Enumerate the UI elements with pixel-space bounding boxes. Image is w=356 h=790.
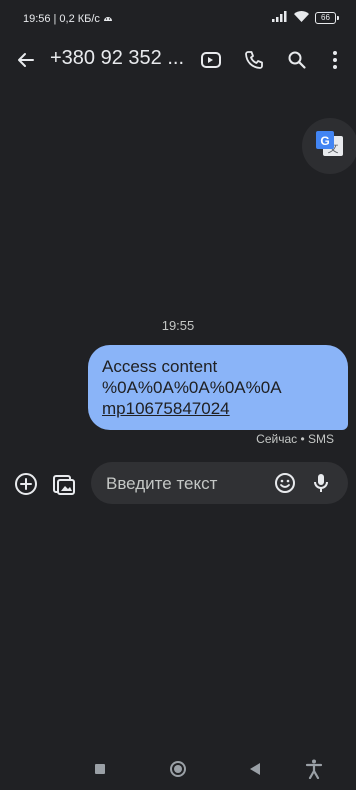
message-line-2: %0A%0A%0A%0A%0A (102, 378, 282, 397)
google-translate-icon: 文 G (315, 130, 345, 163)
status-time: 19:56 (23, 13, 51, 25)
home-circle-icon[interactable] (167, 758, 189, 780)
app-bar: +380 92 352 ... (0, 38, 356, 82)
message-timestamp: 19:55 (161, 318, 195, 333)
phone-icon[interactable] (240, 46, 268, 74)
status-separator: | (53, 13, 57, 25)
emoji-icon[interactable] (271, 469, 299, 497)
status-left: 19:56 | 0,2 КБ/с (23, 13, 113, 25)
contact-title[interactable]: +380 92 352 ... (50, 47, 184, 70)
network-speed: 0,2 КБ/с (59, 13, 100, 25)
back-triangle-icon[interactable] (244, 758, 266, 780)
message-link[interactable]: mp10675847024 (102, 398, 334, 419)
arrow-left-icon[interactable] (12, 46, 40, 74)
mic-icon[interactable] (307, 469, 335, 497)
message-bubble[interactable]: Access content %0A%0A%0A%0A%0A mp1067584… (88, 345, 348, 430)
video-call-icon[interactable] (197, 46, 225, 74)
status-bar: 19:56 | 0,2 КБ/с 66 (0, 0, 356, 38)
navigation-bar (0, 748, 356, 790)
svg-text:G: G (320, 134, 329, 148)
more-vert-icon[interactable] (321, 46, 349, 74)
search-icon[interactable] (283, 46, 311, 74)
battery-icon: 66 (315, 12, 339, 24)
add-circle-icon[interactable] (12, 470, 40, 498)
recents-square-icon[interactable] (89, 758, 111, 780)
wifi-icon (294, 11, 309, 25)
gallery-icon[interactable] (50, 470, 78, 498)
status-right: 66 (272, 11, 339, 25)
message-input[interactable] (104, 470, 268, 498)
accessibility-icon[interactable] (303, 758, 325, 780)
android-debug-icon (103, 13, 113, 25)
translate-button[interactable]: 文 G (302, 118, 356, 174)
message-line-1: Access content (102, 357, 218, 376)
signal-icon (272, 11, 288, 25)
composer (0, 462, 356, 506)
message-status: Сейчас • SMS (256, 432, 334, 446)
message-input-container (91, 462, 348, 504)
